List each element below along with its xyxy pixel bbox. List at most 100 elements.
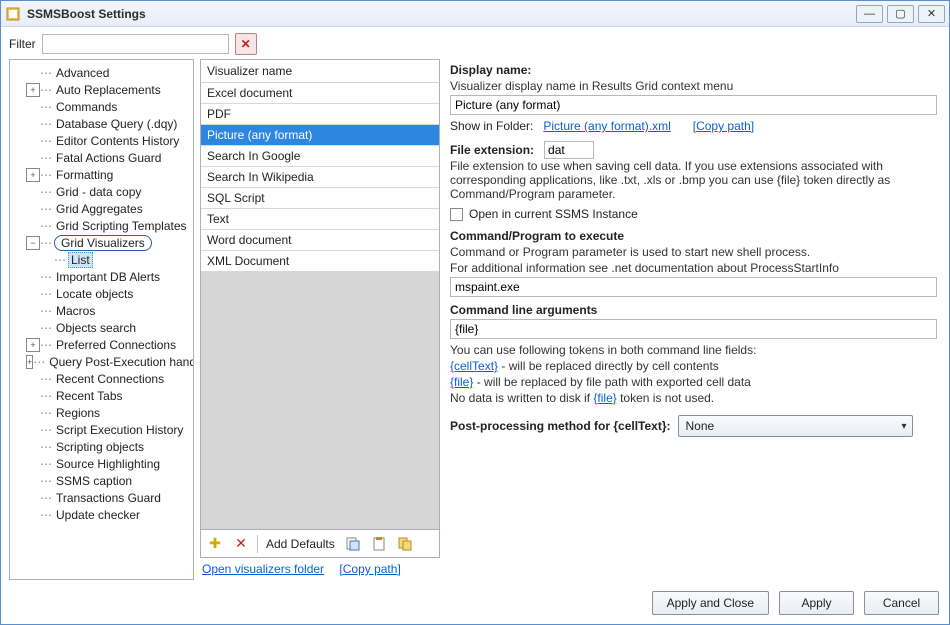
tree-item-label: Regions — [54, 406, 102, 420]
app-icon — [5, 6, 21, 22]
tree-item[interactable]: ⋯Scripting objects — [12, 438, 191, 455]
tree-spacer — [26, 457, 40, 471]
list-item[interactable]: PDF — [201, 104, 439, 125]
tree-item-label: Objects search — [54, 321, 138, 335]
list-item[interactable]: Search In Wikipedia — [201, 167, 439, 188]
list-column-header[interactable]: Visualizer name — [200, 59, 440, 83]
tree-spacer — [26, 202, 40, 216]
expand-icon[interactable]: + — [26, 83, 40, 97]
tree-item[interactable]: +⋯Auto Replacements — [12, 81, 191, 98]
tree-item[interactable]: ⋯Locate objects — [12, 285, 191, 302]
list-item[interactable]: Word document — [201, 230, 439, 251]
command-input[interactable] — [450, 277, 937, 297]
tree-item-label: Commands — [54, 100, 119, 114]
tree-item[interactable]: +⋯Query Post-Execution handlers — [12, 353, 191, 370]
list-item[interactable]: Picture (any format) — [201, 125, 439, 146]
tree-spacer — [26, 185, 40, 199]
tree-item[interactable]: ⋯Regions — [12, 404, 191, 421]
tree-item[interactable]: ⋯Database Query (.dqy) — [12, 115, 191, 132]
tree-spacer — [26, 219, 40, 233]
tree-spacer — [26, 100, 40, 114]
args-heading: Command line arguments — [450, 303, 937, 317]
copy-icon[interactable] — [343, 534, 363, 554]
tree-item-label: Grid Scripting Templates — [54, 219, 189, 233]
args-input[interactable] — [450, 319, 937, 339]
tree-item[interactable]: ⋯Source Highlighting — [12, 455, 191, 472]
tree-item[interactable]: ⋯Grid Aggregates — [12, 200, 191, 217]
tree-item[interactable]: ⋯Grid Scripting Templates — [12, 217, 191, 234]
list-item[interactable]: Search In Google — [201, 146, 439, 167]
tree-item[interactable]: ⋯Objects search — [12, 319, 191, 336]
tree-item[interactable]: ⋯Macros — [12, 302, 191, 319]
file-token-link[interactable]: {file} — [450, 375, 473, 389]
duplicate-icon[interactable] — [395, 534, 415, 554]
filter-input[interactable] — [42, 34, 229, 54]
visualizer-list[interactable]: Excel documentPDFPicture (any format)Sea… — [200, 83, 440, 530]
tree-item[interactable]: ⋯Recent Connections — [12, 370, 191, 387]
tree-item-label: Grid Aggregates — [54, 202, 145, 216]
tree-item[interactable]: ⋯Transactions Guard — [12, 489, 191, 506]
collapse-icon[interactable]: − — [26, 236, 40, 250]
tree-item[interactable]: ⋯Script Execution History — [12, 421, 191, 438]
list-item[interactable]: Text — [201, 209, 439, 230]
filter-clear-button[interactable]: ✕ — [235, 33, 257, 55]
close-button[interactable]: ✕ — [918, 5, 945, 23]
add-defaults-button[interactable]: Add Defaults — [264, 537, 337, 551]
tree-item[interactable]: ⋯Advanced — [12, 64, 191, 81]
display-name-input[interactable] — [450, 95, 937, 115]
cancel-button[interactable]: Cancel — [864, 591, 939, 615]
tree-item[interactable]: ⋯Commands — [12, 98, 191, 115]
tree-spacer — [26, 440, 40, 454]
command-desc-2: For additional information see .net docu… — [450, 261, 937, 275]
apply-button[interactable]: Apply — [779, 591, 854, 615]
tree-spacer — [26, 389, 40, 403]
tree-spacer — [26, 508, 40, 522]
token-celltext-line: {cellText} - will be replaced directly b… — [450, 359, 937, 373]
copy-path-detail-link[interactable]: [Copy path] — [693, 119, 754, 133]
dialog-footer: Apply and Close Apply Cancel — [1, 588, 949, 624]
open-visualizers-folder-link[interactable]: Open visualizers folder — [202, 562, 324, 576]
tree-item[interactable]: ⋯Grid - data copy — [12, 183, 191, 200]
tree-item-label: Fatal Actions Guard — [54, 151, 163, 165]
tree-item[interactable]: ⋯Important DB Alerts — [12, 268, 191, 285]
tree-item[interactable]: ⋯Fatal Actions Guard — [12, 149, 191, 166]
tree-item[interactable]: ⋯SSMS caption — [12, 472, 191, 489]
paste-icon[interactable] — [369, 534, 389, 554]
list-item[interactable]: SQL Script — [201, 188, 439, 209]
apply-and-close-button[interactable]: Apply and Close — [652, 591, 769, 615]
file-token-link-2[interactable]: {file} — [593, 391, 616, 405]
minimize-button[interactable]: — — [856, 5, 883, 23]
expand-icon[interactable]: + — [26, 338, 40, 352]
tree-item[interactable]: ⋯List — [12, 251, 191, 268]
expand-icon[interactable]: + — [26, 168, 40, 182]
list-item[interactable]: XML Document — [201, 251, 439, 272]
maximize-button[interactable]: ▢ — [887, 5, 914, 23]
remove-icon[interactable]: ✕ — [231, 534, 251, 554]
copy-path-link[interactable]: [Copy path] — [339, 562, 400, 576]
expand-icon[interactable]: + — [26, 355, 33, 369]
toolbar-separator — [257, 535, 258, 553]
post-processing-label: Post-processing method for {cellText}: — [450, 419, 670, 433]
tree-item[interactable]: +⋯Preferred Connections — [12, 336, 191, 353]
show-in-folder-label: Show in Folder: — [450, 119, 533, 133]
list-item[interactable]: Excel document — [201, 83, 439, 104]
tree-item[interactable]: −⋯Grid Visualizers — [12, 234, 191, 251]
tree-item-label: Query Post-Execution handlers — [47, 355, 194, 369]
filter-bar: Filter ✕ — [1, 27, 949, 59]
tree-item-label: Important DB Alerts — [54, 270, 162, 284]
show-in-folder-link[interactable]: Picture (any format).xml — [543, 119, 670, 133]
tree-item[interactable]: ⋯Recent Tabs — [12, 387, 191, 404]
tree-spacer — [26, 117, 40, 131]
file-extension-heading: File extension: — [450, 143, 534, 157]
add-icon[interactable]: ✚ — [205, 534, 225, 554]
tree-item[interactable]: ⋯Update checker — [12, 506, 191, 523]
settings-tree[interactable]: ⋯Advanced+⋯Auto Replacements⋯Commands⋯Da… — [9, 59, 194, 580]
file-extension-input[interactable] — [544, 141, 594, 159]
open-in-ssms-checkbox[interactable] — [450, 208, 463, 221]
post-processing-combo[interactable]: None ▾ — [678, 415, 913, 437]
list-links: Open visualizers folder [Copy path] — [200, 558, 440, 580]
tree-item[interactable]: ⋯Editor Contents History — [12, 132, 191, 149]
celltext-token-link[interactable]: {cellText} — [450, 359, 498, 373]
tree-spacer — [26, 372, 40, 386]
tree-item[interactable]: +⋯Formatting — [12, 166, 191, 183]
